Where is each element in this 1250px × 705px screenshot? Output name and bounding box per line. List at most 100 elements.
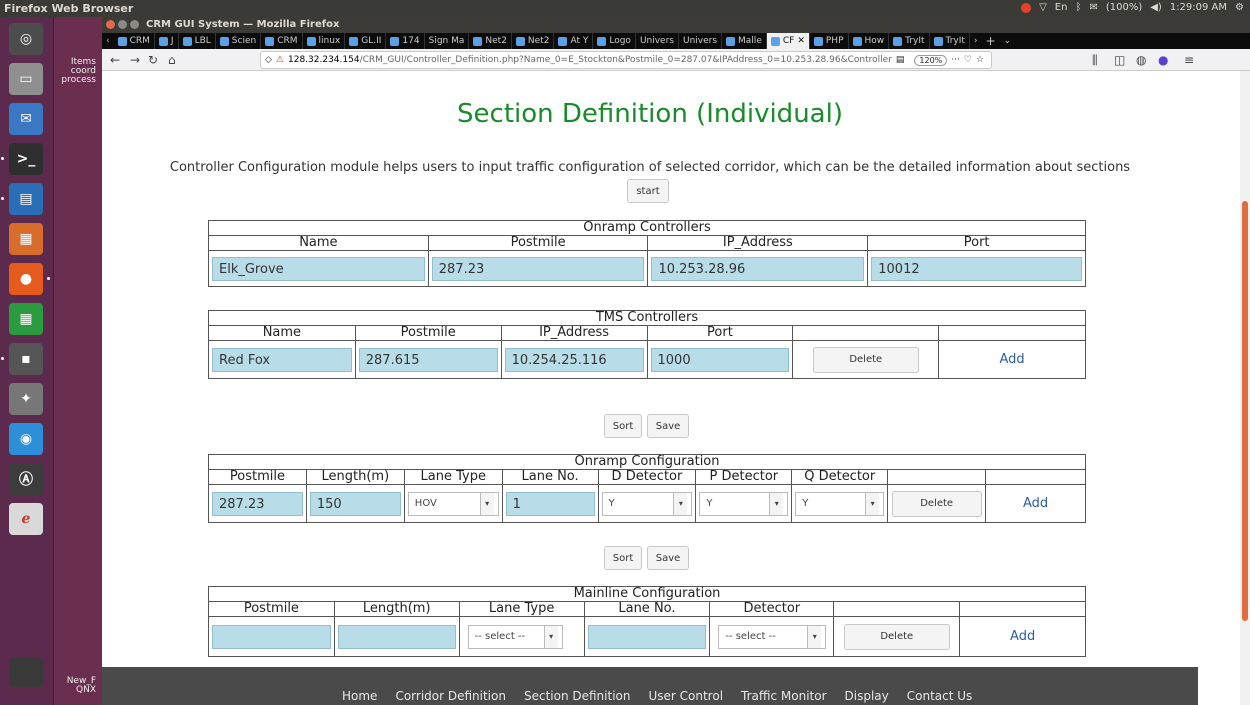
reload-icon[interactable]: ↻ (148, 53, 158, 67)
footer-link-corridor-definition[interactable]: Corridor Definition (395, 689, 506, 703)
footer-link-home[interactable]: Home (342, 689, 377, 703)
browser-tab[interactable]: Univers (679, 33, 723, 49)
reader-view-icon[interactable]: ▤ (896, 55, 905, 65)
browser-tab[interactable]: How (849, 33, 890, 49)
volume-icon[interactable]: ◀) (1150, 2, 1162, 13)
save-button[interactable]: Save (647, 546, 689, 570)
pocket-icon[interactable]: ♡ (964, 55, 972, 65)
page-actions-icon[interactable]: ··· (951, 55, 960, 65)
browser-tab[interactable]: TryIt (930, 33, 970, 49)
wifi-icon[interactable]: ▽ (1039, 2, 1047, 13)
browser-tab[interactable]: GL.II (345, 33, 387, 49)
shield-icon[interactable]: ◇ (265, 55, 272, 65)
keyboard-language[interactable]: En (1055, 2, 1068, 13)
desktop-item-label[interactable]: process (56, 76, 96, 85)
browser-tab[interactable]: Sign Ma (425, 33, 470, 49)
battery-status[interactable]: (100%) (1106, 2, 1142, 13)
url-bar[interactable]: ◇ ⚠ 128.32.234.154/CRM_GUI/Controller_De… (260, 51, 992, 69)
browser-tab[interactable]: CRM (261, 33, 303, 49)
browser-tab[interactable]: Scien (216, 33, 262, 49)
browser-tab[interactable]: linux (303, 33, 346, 49)
impress-icon[interactable]: ▦ (9, 223, 43, 255)
thunderbird-icon[interactable]: ✉ (9, 103, 43, 135)
p-detector-select[interactable]: Y ▾ (699, 491, 789, 516)
port-field[interactable]: 1000 (650, 347, 790, 372)
name-field[interactable]: Elk_Grove (212, 256, 425, 281)
lane-no-field[interactable] (587, 624, 707, 649)
maximize-window-icon[interactable] (130, 20, 139, 29)
extension-icon[interactable]: ● (1158, 53, 1168, 67)
postmile-field[interactable]: 287.23 (431, 256, 645, 281)
add-link[interactable]: Add (1000, 352, 1025, 367)
lane-no-field[interactable]: 1 (505, 491, 595, 516)
system-tools-icon[interactable]: ✦ (9, 383, 43, 415)
tab-scroll-right-icon[interactable]: › (970, 36, 982, 46)
home-icon[interactable]: ⌂ (168, 53, 176, 67)
page-scrollbar[interactable] (1240, 71, 1250, 705)
ip-address-field[interactable]: 10.253.28.96 (651, 256, 865, 281)
delete-button[interactable]: Delete (812, 346, 919, 373)
chrome-icon[interactable]: ◉ (9, 423, 43, 455)
footer-link-user-control[interactable]: User Control (648, 689, 723, 703)
browser-tab[interactable]: 174 (386, 33, 425, 49)
detector-select[interactable]: -- select -- ▾ (718, 624, 827, 649)
forward-icon[interactable]: → (130, 53, 140, 67)
length-field[interactable]: 150 (309, 491, 401, 516)
name-field[interactable]: Red Fox (212, 347, 352, 372)
new-tab-icon[interactable]: + (982, 34, 1000, 48)
browser-tab[interactable]: LBL (179, 33, 216, 49)
zoom-level[interactable]: 120% (914, 54, 948, 66)
writer-icon[interactable]: ▤ (9, 183, 43, 215)
d-detector-select[interactable]: Y ▾ (601, 491, 693, 516)
save-button[interactable]: Save (647, 414, 689, 438)
port-field[interactable]: 10012 (871, 256, 1082, 281)
files-icon[interactable]: ▭ (9, 63, 43, 95)
settings-gear-icon[interactable]: ⚙ (1235, 2, 1244, 13)
footer-link-traffic-monitor[interactable]: Traffic Monitor (741, 689, 826, 703)
calc-icon[interactable]: ▦ (9, 303, 43, 335)
sort-button[interactable]: Sort (604, 546, 642, 570)
browser-tab[interactable]: TryIt (889, 33, 930, 49)
sort-button[interactable]: Sort (604, 414, 642, 438)
menu-icon[interactable]: ≡ (1184, 53, 1194, 67)
clock[interactable]: 1:29:09 AM (1170, 2, 1227, 13)
browser-tab-active[interactable]: CF ✕ (766, 33, 810, 49)
library-icon[interactable]: ⫼ (1092, 53, 1098, 68)
sidebar-icon[interactable]: ◫ (1114, 53, 1125, 67)
browser-tab[interactable]: Univers (636, 33, 679, 49)
software-updater-icon[interactable]: Ⓐ (9, 463, 43, 495)
browser-tab[interactable]: CRM (114, 33, 155, 49)
power-indicator-icon[interactable] (1021, 2, 1032, 13)
bookmark-star-icon[interactable]: ☆ (976, 55, 984, 65)
mail-icon[interactable]: ✉ (1089, 2, 1097, 13)
browser-tab[interactable]: Net2 (469, 33, 512, 49)
ip-address-field[interactable]: 10.254.25.116 (504, 347, 644, 372)
lane-type-select[interactable]: -- select -- ▾ (467, 624, 563, 649)
add-link[interactable]: Add (1023, 496, 1048, 511)
close-window-icon[interactable] (106, 20, 115, 29)
footer-link-contact-us[interactable]: Contact Us (907, 689, 973, 703)
back-icon[interactable]: ← (110, 53, 120, 67)
start-button[interactable]: start (627, 179, 669, 203)
q-detector-select[interactable]: Y ▾ (795, 491, 885, 516)
postmile-field[interactable]: 287.23 (212, 491, 303, 516)
storage-icon[interactable]: ▪ (9, 343, 43, 375)
add-link[interactable]: Add (1010, 629, 1035, 644)
lane-type-select[interactable]: HOV ▾ (407, 491, 499, 516)
tab-list-icon[interactable]: ⌄ (1000, 36, 1016, 46)
browser-tab[interactable]: Net2 (512, 33, 555, 49)
browser-tab[interactable]: At Y (554, 33, 594, 49)
ubuntu-dash-icon[interactable]: ◎ (9, 23, 43, 55)
app-icon[interactable]: ℯ (9, 503, 43, 535)
postmile-field[interactable]: 287.615 (358, 347, 498, 372)
browser-tab[interactable]: Logo (593, 33, 636, 49)
trash-icon[interactable] (9, 657, 43, 687)
account-icon[interactable]: ◍ (1136, 53, 1146, 67)
delete-button[interactable]: Delete (891, 490, 982, 517)
minimize-window-icon[interactable] (118, 20, 127, 29)
footer-link-section-definition[interactable]: Section Definition (524, 689, 631, 703)
length-field[interactable] (337, 624, 456, 649)
browser-tab[interactable]: PHP (810, 33, 849, 49)
firefox-icon[interactable]: ● (9, 263, 43, 295)
desktop-item-label[interactable]: QNX (56, 686, 96, 695)
